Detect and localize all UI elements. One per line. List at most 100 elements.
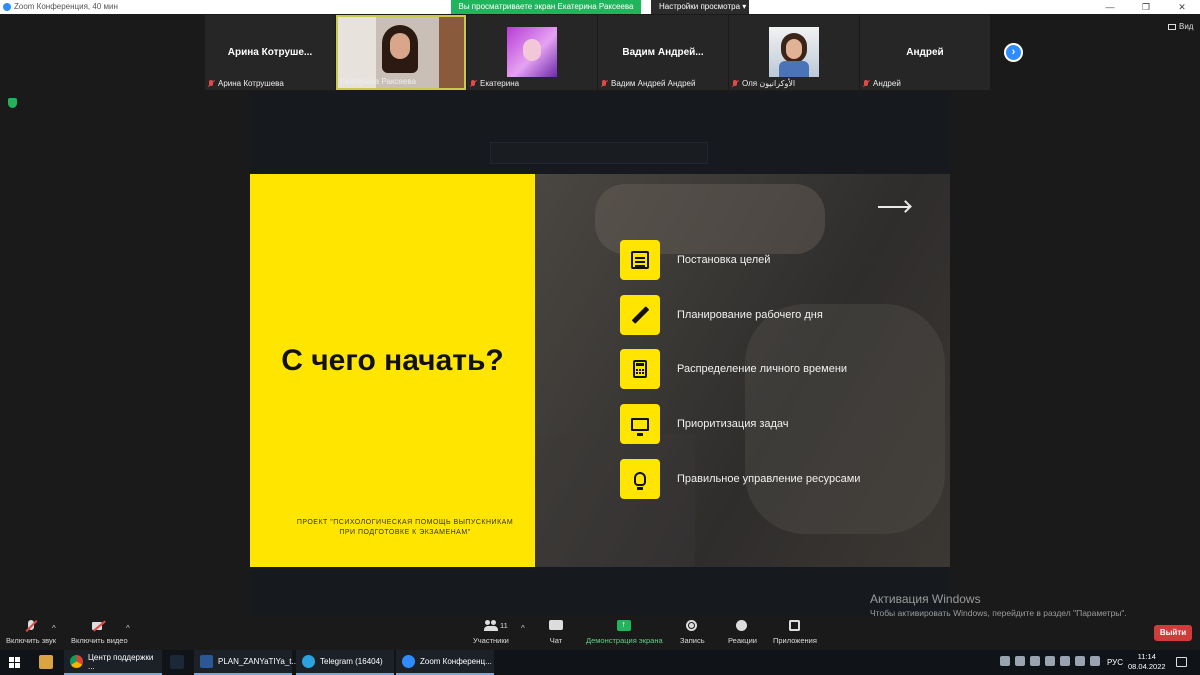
video-options-caret[interactable]: ^	[126, 624, 130, 633]
shared-screen[interactable]: С чего начать? Проект "Психологическая п…	[250, 92, 950, 616]
start-video-label: Включить видео	[71, 636, 128, 645]
clock-date: 08.04.2022	[1128, 662, 1166, 671]
view-settings-button[interactable]: Настройки просмотра ▾	[651, 0, 749, 14]
taskbar-item-chrome[interactable]: Центр поддержки ...	[64, 650, 162, 675]
slide-list-label: Правильное управление ресурсами	[677, 473, 861, 485]
taskbar-item-label: Центр поддержки ...	[88, 652, 154, 671]
zoom-logo-icon	[3, 3, 11, 11]
notification-center-icon[interactable]	[1176, 657, 1187, 667]
reactions-label: Реакции	[728, 636, 757, 645]
participant-tile-active-speaker[interactable]: Екатерина Раксеева	[336, 15, 466, 90]
mic-muted-icon	[469, 79, 477, 88]
share-banner: Вы просматриваете экран Екатерина Раксее…	[451, 0, 641, 14]
participant-name: Вадим Андрей Андрей	[611, 79, 696, 88]
apps-icon	[788, 620, 802, 632]
share-screen-button[interactable]: Демонстрация экрана	[586, 619, 663, 645]
windows-start-icon[interactable]	[9, 657, 20, 668]
participants-label: Участники	[473, 636, 509, 645]
slide-list-label: Приоритизация задач	[677, 418, 789, 430]
unmute-label: Включить звук	[6, 636, 57, 645]
calculator-icon	[633, 360, 647, 378]
participant-avatar	[769, 27, 819, 77]
start-video-button[interactable]: Включить видео	[71, 620, 128, 645]
view-grid-icon	[1168, 23, 1176, 30]
input-language[interactable]: РУС	[1107, 658, 1123, 667]
participant-name-large: Андрей	[906, 47, 944, 58]
windows-activation-watermark: Активация Windows Чтобы активировать Win…	[870, 592, 1127, 618]
security-shield-icon[interactable]	[8, 98, 17, 108]
audio-options-caret[interactable]: ^	[52, 624, 56, 633]
chat-icon	[549, 620, 563, 632]
steam-icon[interactable]	[170, 655, 184, 669]
participant-gallery: Арина Котруше... Арина Котрушева Екатери…	[205, 15, 990, 90]
presentation-slide: С чего начать? Проект "Психологическая п…	[250, 174, 950, 567]
tray-network-icon[interactable]	[1060, 656, 1070, 666]
slide-title: С чего начать?	[281, 344, 504, 377]
reactions-icon	[735, 620, 749, 632]
meeting-toolbar: Включить звук ^ Включить видео ^ Участни…	[0, 618, 1200, 650]
slide-list-item: Правильное управление ресурсами	[620, 459, 860, 499]
taskbar-item-telegram[interactable]: Telegram (16404)	[296, 650, 394, 675]
unmute-button[interactable]: Включить звук	[6, 620, 56, 645]
tray-nvidia-icon[interactable]	[1045, 656, 1055, 666]
telegram-icon	[302, 655, 315, 668]
system-tray	[1000, 656, 1100, 666]
taskbar-clock[interactable]: 11:14 08.04.2022	[1128, 652, 1166, 672]
leave-meeting-button[interactable]: Выйти	[1154, 625, 1192, 641]
participants-count: 11	[500, 621, 508, 630]
slide-list-label: Планирование рабочего дня	[677, 309, 823, 321]
apps-button[interactable]: Приложения	[773, 620, 817, 645]
participant-name: Оля الأوكرانيون	[742, 79, 796, 88]
view-button[interactable]: Вид	[1168, 22, 1193, 31]
tray-wifi-icon[interactable]	[1075, 656, 1085, 666]
window-titlebar: Zoom Конференция, 40 мин Вы просматривае…	[0, 0, 1200, 14]
tray-zoom-icon[interactable]	[1015, 656, 1025, 666]
tray-usb-icon[interactable]	[1030, 656, 1040, 666]
tray-volume-icon[interactable]	[1090, 656, 1100, 666]
slide-list-label: Постановка целей	[677, 254, 771, 266]
notepad-icon	[631, 251, 649, 269]
slide-list-label: Распределение личного времени	[677, 363, 848, 375]
slide-list-item: Постановка целей	[620, 240, 770, 280]
camera-off-icon	[92, 620, 106, 632]
close-button[interactable]: ✕	[1164, 0, 1200, 14]
slide-list-item: Распределение личного времени	[620, 349, 847, 389]
participant-caption: Андрей	[862, 79, 901, 88]
participant-tile[interactable]: Оля الأوكرانيون	[729, 15, 859, 90]
chat-label: Чат	[549, 636, 563, 645]
gallery-next-button[interactable]: ›	[1004, 43, 1023, 62]
file-explorer-icon[interactable]	[39, 655, 53, 669]
windows-taskbar: Центр поддержки ... PLAN_ZANYaTIYa_t... …	[0, 650, 1200, 675]
participant-name: Екатерина	[480, 79, 520, 88]
record-button[interactable]: Запись	[680, 620, 705, 645]
share-screen-label: Демонстрация экрана	[586, 636, 663, 645]
participant-tile[interactable]: Арина Котруше... Арина Котрушева	[205, 15, 335, 90]
participant-caption: Вадим Андрей Андрей	[600, 79, 695, 88]
participant-tile[interactable]: Вадим Андрей... Вадим Андрей Андрей	[598, 15, 728, 90]
participant-name-large: Арина Котруше...	[227, 47, 313, 58]
taskbar-item-label: PLAN_ZANYaTIYa_t...	[218, 657, 299, 666]
participant-caption: Екатерина	[469, 79, 519, 88]
slide-list-item: Планирование рабочего дня	[620, 295, 823, 335]
mic-muted-icon	[207, 79, 215, 88]
taskbar-item-label: Telegram (16404)	[320, 657, 383, 666]
taskbar-item-label: Zoom Конференц...	[420, 657, 492, 666]
maximize-button[interactable]: ❐	[1128, 0, 1164, 14]
reactions-button[interactable]: Реакции	[728, 620, 757, 645]
microphone-muted-icon	[24, 620, 38, 632]
record-label: Запись	[680, 636, 705, 645]
minimize-button[interactable]: —	[1092, 0, 1128, 14]
mic-muted-icon	[731, 79, 739, 88]
tray-app-icon[interactable]	[1000, 656, 1010, 666]
slide-list-item: Приоритизация задач	[620, 404, 789, 444]
activation-subtitle: Чтобы активировать Windows, перейдите в …	[870, 608, 1127, 618]
chat-button[interactable]: Чат	[549, 620, 563, 645]
taskbar-item-zoom[interactable]: Zoom Конференц...	[396, 650, 494, 675]
participant-tile[interactable]: Екатерина	[467, 15, 597, 90]
arrow-right-icon	[878, 206, 910, 208]
participants-options-caret[interactable]: ^	[521, 624, 525, 633]
participant-caption: Оля الأوكرانيون	[731, 79, 795, 88]
taskbar-item-word[interactable]: PLAN_ZANYaTIYa_t...	[194, 650, 298, 675]
participant-tile[interactable]: Андрей Андрей	[860, 15, 990, 90]
activation-title: Активация Windows	[870, 592, 981, 606]
